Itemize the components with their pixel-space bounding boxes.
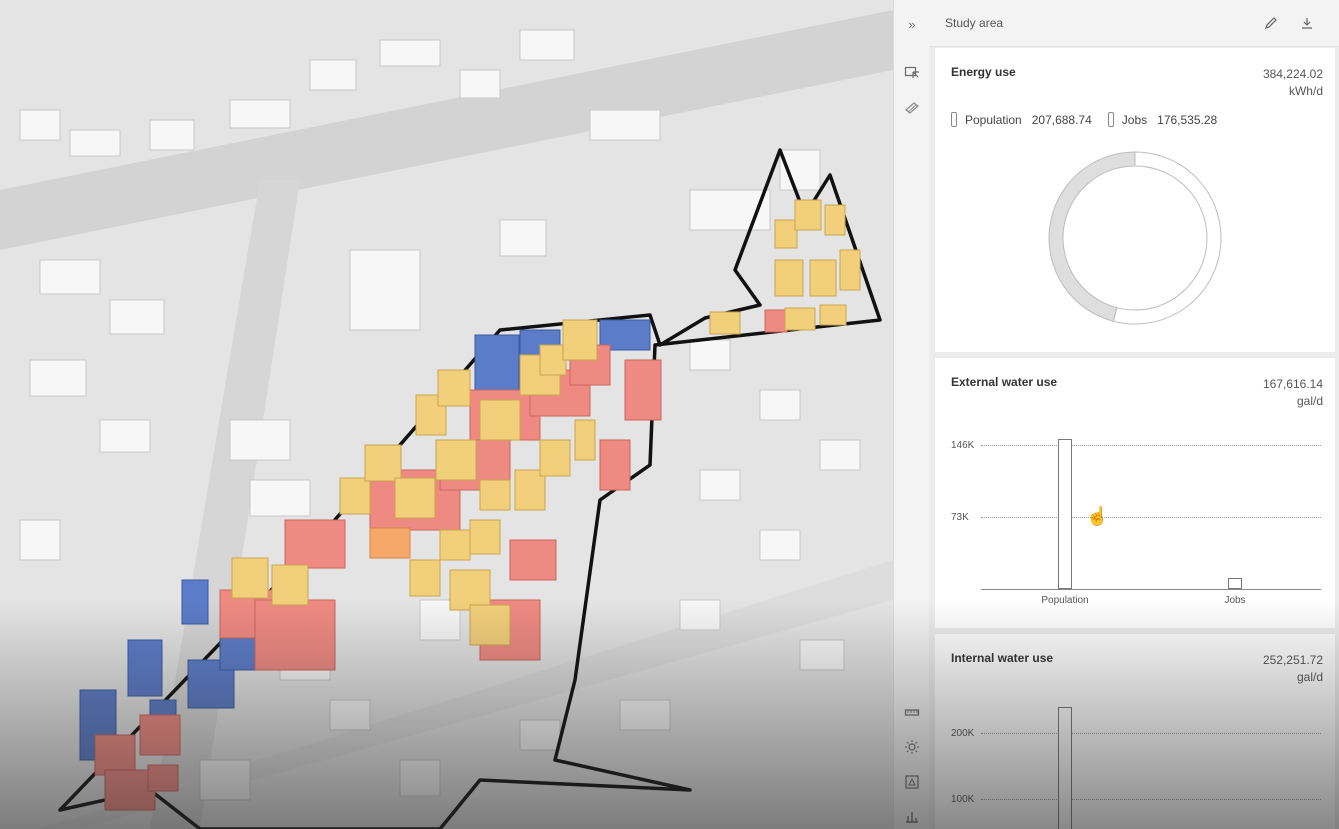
study-area-panel: Study area Energy use 384,224.02 kWh/d P… [929, 0, 1339, 829]
layers-icon[interactable] [900, 96, 924, 120]
panel-title: Study area [945, 16, 1004, 30]
x-axis-baseline [981, 589, 1321, 590]
panel-header: Study area [929, 0, 1339, 47]
internal-water-total: 252,251.72 gal/d [1263, 652, 1323, 686]
ruler-icon[interactable] [900, 700, 924, 724]
y-tick-100k: 100K [951, 794, 975, 805]
legend-value-jobs: 176,535.28 [1157, 112, 1218, 127]
external-water-title: External water use [951, 375, 1058, 389]
external-water-card: External water use 167,616.14 gal/d 146K… [935, 358, 1335, 628]
gridline-146k [981, 445, 1321, 446]
gridline-100k [981, 799, 1321, 800]
legend-label-jobs: Jobs [1121, 112, 1148, 127]
city-3d-scene [0, 0, 893, 829]
y-tick-73k: 73K [951, 512, 969, 523]
internal-water-unit: gal/d [1296, 670, 1323, 684]
internal-water-total-value: 252,251.72 [1262, 653, 1323, 667]
donut-slice-jobs[interactable] [1048, 151, 1136, 322]
energy-total: 384,224.02 kWh/d [1263, 66, 1323, 100]
energy-donut-chart [1048, 151, 1222, 325]
tool-rail: » [893, 0, 930, 829]
y-tick-200k: 200K [951, 728, 975, 739]
gridline-200k [981, 733, 1321, 734]
bar-population[interactable] [1058, 706, 1072, 829]
sun-icon[interactable] [900, 735, 924, 759]
x-label-population: Population [1041, 595, 1089, 606]
internal-water-card: Internal water use 252,251.72 gal/d 200K… [935, 634, 1335, 829]
chart-icon[interactable] [900, 804, 924, 828]
download-icon[interactable] [1297, 13, 1317, 33]
internal-water-title: Internal water use [951, 651, 1054, 665]
x-label-jobs: Jobs [1224, 595, 1246, 606]
external-water-total: 167,616.14 gal/d [1263, 376, 1323, 410]
legend-value-population: 207,688.74 [1031, 112, 1092, 127]
3d-view-icon[interactable] [900, 770, 924, 794]
double-chevron-right-icon[interactable]: » [900, 12, 924, 36]
energy-title: Energy use [951, 65, 1016, 79]
bar-jobs[interactable] [1228, 578, 1242, 589]
legend-swatch-population[interactable] [951, 112, 957, 127]
legend-swatch-jobs[interactable] [1107, 112, 1114, 127]
energy-unit: kWh/d [1288, 84, 1323, 98]
bar-population[interactable] [1058, 439, 1072, 589]
energy-legend: Population 207,688.74 Jobs 176,535.28 [951, 112, 1233, 127]
external-water-unit: gal/d [1296, 394, 1323, 408]
hand-cursor-icon: ☝ [1086, 506, 1109, 526]
y-tick-146k: 146K [951, 440, 975, 451]
map-view[interactable] [0, 0, 893, 829]
donut-slice-population[interactable] [1112, 151, 1222, 325]
legend-label-population: Population [965, 112, 1022, 127]
external-water-total-value: 167,616.14 [1262, 377, 1323, 391]
energy-total-value: 384,224.02 [1262, 67, 1323, 81]
energy-use-card: Energy use 384,224.02 kWh/d Population 2… [935, 48, 1335, 352]
gridline-73k [981, 517, 1321, 518]
select-area-icon[interactable] [900, 60, 924, 84]
pencil-icon[interactable] [1261, 13, 1281, 33]
